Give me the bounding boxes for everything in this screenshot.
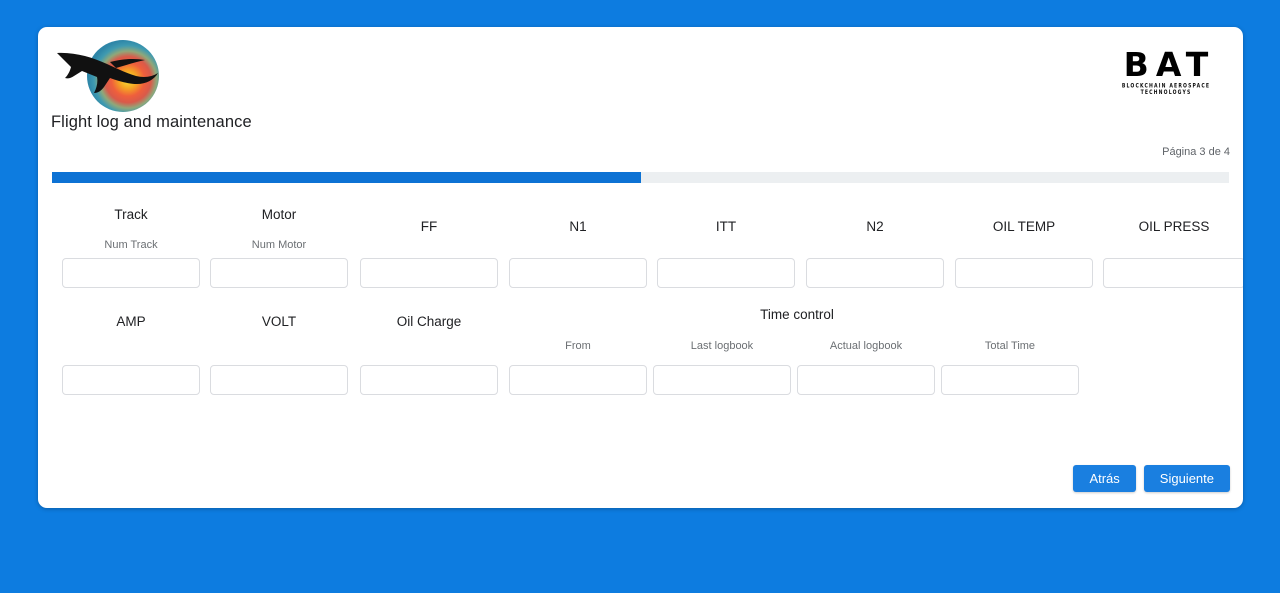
field-amp-label: AMP: [116, 314, 146, 329]
field-oil-charge-label: Oil Charge: [396, 314, 462, 329]
field-n1-label: N1: [569, 219, 587, 234]
field-time-from-label: From: [565, 340, 591, 352]
field-actual-logbook-label: Actual logbook: [829, 340, 903, 352]
n1-input[interactable]: [509, 258, 647, 288]
wizard-footer: Atrás Siguiente: [1073, 465, 1230, 492]
amp-input[interactable]: [62, 365, 200, 395]
field-motor-label: Motor: [261, 207, 297, 222]
next-button[interactable]: Siguiente: [1143, 465, 1230, 492]
track-input[interactable]: [62, 258, 200, 288]
n2-input[interactable]: [806, 258, 944, 288]
field-volt-label: VOLT: [261, 314, 297, 329]
last-logbook-input[interactable]: [653, 365, 791, 395]
field-n2-label: N2: [866, 219, 884, 234]
oil-press-input[interactable]: [1103, 258, 1243, 288]
field-total-time-label: Total Time: [984, 340, 1036, 352]
itt-input[interactable]: [657, 258, 795, 288]
field-itt-label: ITT: [715, 219, 737, 234]
field-motor-sublabel: Num Motor: [251, 239, 307, 251]
airplane-gradient-sphere-logo: [52, 35, 176, 117]
wizard-card: BAT BLOCKCHAIN AEROSPACE TECHNOLOGYS Fli…: [38, 27, 1243, 508]
oil-temp-input[interactable]: [955, 258, 1093, 288]
page-counter: Página 3 de 4: [1162, 146, 1230, 158]
wizard-progress-fill: [52, 172, 641, 183]
bat-brand-subtitle: BLOCKCHAIN AEROSPACE TECHNOLOGYS: [1121, 83, 1211, 96]
field-oil-press-label: OIL PRESS: [1138, 219, 1210, 234]
back-button[interactable]: Atrás: [1073, 465, 1136, 492]
ff-input[interactable]: [360, 258, 498, 288]
field-ff-label: FF: [420, 219, 438, 234]
field-oil-temp-label: OIL TEMP: [992, 219, 1056, 234]
wizard-progress-bar: [52, 172, 1229, 183]
page-title: Flight log and maintenance: [51, 113, 252, 131]
volt-input[interactable]: [210, 365, 348, 395]
oil-charge-input[interactable]: [360, 365, 498, 395]
bat-brand-logo: BAT BLOCKCHAIN AEROSPACE TECHNOLOGYS: [1101, 45, 1231, 96]
time-from-input[interactable]: [509, 365, 647, 395]
field-track-label: Track: [114, 207, 148, 222]
total-time-input[interactable]: [941, 365, 1079, 395]
actual-logbook-input[interactable]: [797, 365, 935, 395]
time-control-group-label: Time control: [760, 307, 834, 322]
field-track-sublabel: Num Track: [104, 239, 158, 251]
bat-brand-word: BAT: [1123, 45, 1216, 84]
motor-input[interactable]: [210, 258, 348, 288]
field-last-logbook-label: Last logbook: [690, 340, 754, 352]
